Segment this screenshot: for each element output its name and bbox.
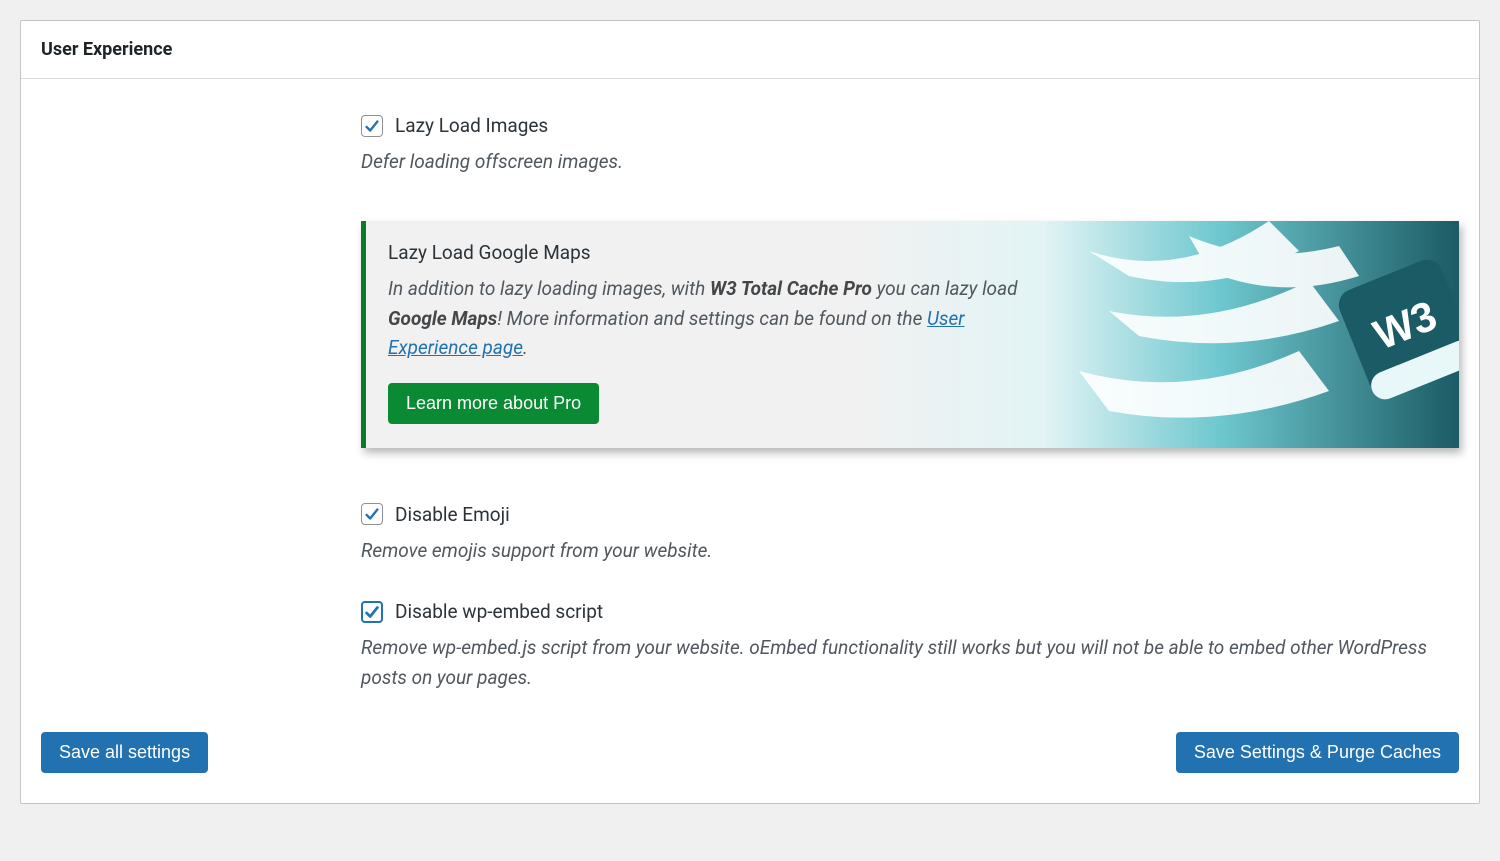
pro-description: In addition to lazy loading images, with… <box>388 274 1028 362</box>
checkbox-disable-wp-embed[interactable] <box>361 601 383 623</box>
checkbox-lazy-load-images[interactable] <box>361 115 383 137</box>
svg-text:W3: W3 <box>1367 292 1443 359</box>
pro-title: Lazy Load Google Maps <box>388 241 1437 264</box>
option-description: Defer loading offscreen images. <box>361 147 1459 176</box>
save-all-settings-button[interactable]: Save all settings <box>41 732 208 773</box>
option-disable-emoji: Disable Emoji Remove emojis support from… <box>361 503 1459 565</box>
option-description: Remove wp-embed.js script from your webs… <box>361 633 1459 692</box>
option-label: Lazy Load Images <box>395 114 548 137</box>
footer-actions: Save all settings Save Settings & Purge … <box>21 692 1479 773</box>
save-settings-purge-caches-button[interactable]: Save Settings & Purge Caches <box>1176 732 1459 773</box>
panel-title: User Experience <box>21 21 1479 79</box>
option-disable-wp-embed: Disable wp-embed script Remove wp-embed.… <box>361 600 1459 692</box>
option-lazy-load-images: Lazy Load Images Defer loading offscreen… <box>361 114 1459 176</box>
option-label: Disable wp-embed script <box>395 600 603 623</box>
panel-body: Lazy Load Images Defer loading offscreen… <box>21 114 1479 692</box>
checkbox-disable-emoji[interactable] <box>361 503 383 525</box>
pro-promo-box: W3 Lazy Load Google Maps In addition to … <box>361 221 1459 447</box>
option-label: Disable Emoji <box>395 503 510 526</box>
option-description: Remove emojis support from your website. <box>361 536 1459 565</box>
user-experience-panel: User Experience Lazy Load Images Defer l… <box>20 20 1480 804</box>
learn-more-pro-button[interactable]: Learn more about Pro <box>388 383 599 424</box>
